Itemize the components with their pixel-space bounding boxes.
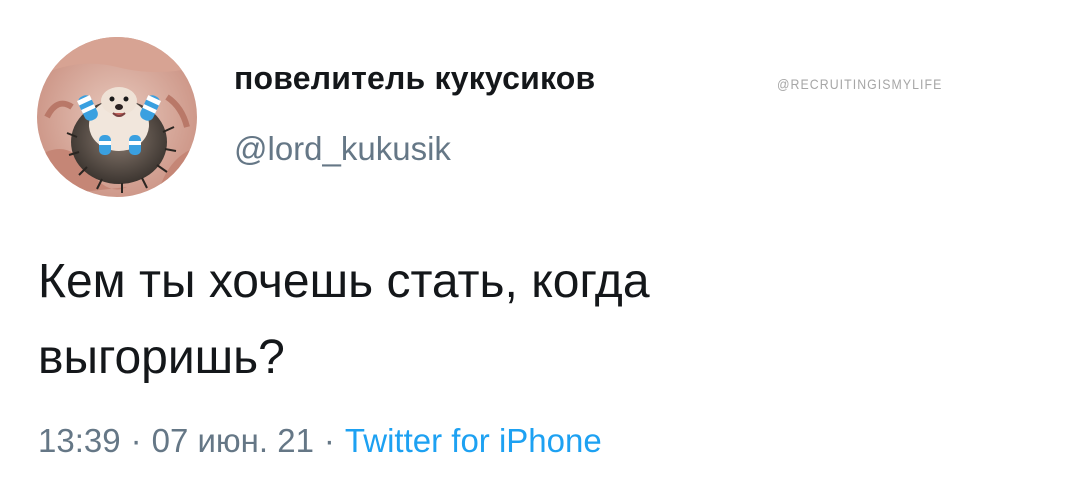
tweet-time[interactable]: 13:39 [38, 422, 121, 459]
tweet-text-line-1: Кем ты хочешь стать, когда [38, 255, 650, 308]
user-handle[interactable]: @lord_kukusik [234, 130, 451, 168]
hedgehog-avatar-icon [37, 37, 197, 197]
avatar[interactable] [37, 37, 197, 197]
tweet-source-link[interactable]: Twitter for iPhone [345, 422, 602, 459]
tweet-card: повелитель кукусиков @RECRUITINGISMYLIFE… [0, 0, 1080, 504]
meta-separator: · [323, 422, 335, 459]
watermark: @RECRUITINGISMYLIFE [777, 76, 943, 92]
tweet-text-line-2: выгоришь? [38, 331, 285, 384]
tweet-date[interactable]: 07 июн. 21 [152, 422, 314, 459]
tweet-meta: 13:39 · 07 июн. 21 · Twitter for iPhone [38, 422, 602, 460]
display-name[interactable]: повелитель кукусиков [234, 60, 595, 97]
tweet-text: Кем ты хочешь стать, когда выгоришь? [38, 244, 1038, 396]
meta-separator: · [130, 422, 142, 459]
